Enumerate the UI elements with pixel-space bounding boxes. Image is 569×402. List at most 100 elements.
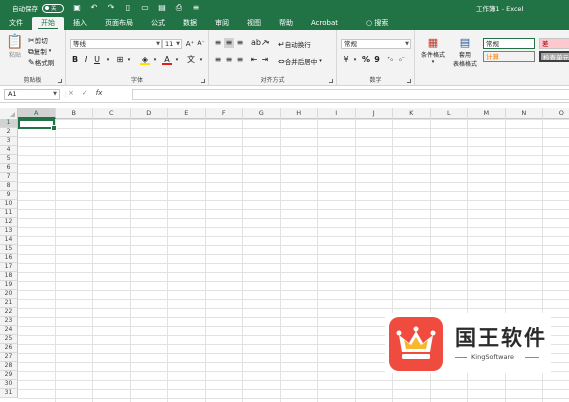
row-header[interactable]: 13 <box>0 227 18 236</box>
row-header[interactable]: 6 <box>0 164 18 173</box>
comma-style-icon[interactable]: 9 <box>372 55 382 65</box>
column-header[interactable]: B <box>56 108 93 119</box>
increase-indent-icon[interactable]: ⇥ <box>260 55 270 65</box>
copy-button[interactable]: ⧉ 复制 ▾ <box>28 46 51 57</box>
tab-help[interactable]: 帮助 <box>270 17 302 30</box>
align-bottom-icon[interactable]: ≡ <box>235 38 245 48</box>
tab-file[interactable]: 文件 <box>0 17 32 30</box>
chevron-down-icon[interactable]: ▾ <box>150 55 160 65</box>
tab-data[interactable]: 数据 <box>174 17 206 30</box>
row-header[interactable]: 11 <box>0 209 18 218</box>
chevron-down-icon[interactable]: ▾ <box>172 55 182 65</box>
alignment-launcher-icon[interactable] <box>329 79 333 83</box>
redo-icon[interactable]: ↷ <box>107 3 115 13</box>
font-name-select[interactable]: 等线 ▼ <box>70 39 162 49</box>
row-header[interactable]: 30 <box>0 380 18 389</box>
clipboard-launcher-icon[interactable] <box>58 79 62 83</box>
font-size-select[interactable]: 11 ▼ <box>162 39 182 49</box>
row-header[interactable]: 20 <box>0 290 18 299</box>
orientation-icon[interactable]: ab↗ <box>251 38 268 48</box>
row-header[interactable]: 19 <box>0 281 18 290</box>
underline-icon[interactable]: U <box>92 55 102 65</box>
enter-icon[interactable]: ✓ <box>82 89 88 97</box>
tab-page-layout[interactable]: 页面布局 <box>96 17 142 30</box>
print-preview-icon[interactable]: ▤ <box>158 3 166 13</box>
chevron-down-icon[interactable]: ▾ <box>124 55 134 65</box>
align-left-icon[interactable]: ≡ <box>213 55 223 65</box>
column-header[interactable]: G <box>243 108 281 119</box>
row-header[interactable]: 9 <box>0 191 18 200</box>
fill-color-icon[interactable]: ◈ <box>140 55 150 65</box>
row-header[interactable]: 4 <box>0 146 18 155</box>
tab-insert[interactable]: 插入 <box>64 17 96 30</box>
column-header[interactable]: I <box>318 108 356 119</box>
row-header[interactable]: 27 <box>0 353 18 362</box>
row-header[interactable]: 31 <box>0 389 18 398</box>
row-header[interactable]: 5 <box>0 155 18 164</box>
column-header[interactable]: E <box>168 108 206 119</box>
column-header[interactable]: F <box>206 108 243 119</box>
row-header[interactable]: 25 <box>0 335 18 344</box>
tab-formulas[interactable]: 公式 <box>142 17 174 30</box>
decrease-decimal-icon[interactable]: ₀⁻ <box>397 55 407 65</box>
row-header[interactable]: 26 <box>0 344 18 353</box>
format-as-table-button[interactable]: ▤ 套用 表格格式 <box>451 36 479 68</box>
row-header[interactable]: 24 <box>0 326 18 335</box>
row-header[interactable]: 14 <box>0 236 18 245</box>
chevron-down-icon[interactable]: ▾ <box>350 55 360 65</box>
column-header[interactable]: M <box>468 108 506 119</box>
row-header[interactable]: 18 <box>0 272 18 281</box>
wrap-text-button[interactable]: ↵ 自动换行 <box>278 39 311 50</box>
conditional-formatting-button[interactable]: ▦ 条件格式 ▾ <box>419 36 447 65</box>
increase-decimal-icon[interactable]: ⁺₀ <box>385 55 395 65</box>
merge-center-button[interactable]: ⇔ 合并后居中 ▾ <box>278 56 322 67</box>
style-check-cell[interactable]: 检查单元... <box>539 51 569 62</box>
chevron-down-icon[interactable]: ▾ <box>263 38 273 48</box>
align-right-icon[interactable]: ≡ <box>235 55 245 65</box>
column-header[interactable]: J <box>356 108 393 119</box>
chevron-down-icon[interactable]: ▾ <box>196 55 206 65</box>
number-launcher-icon[interactable] <box>407 79 411 83</box>
row-header[interactable]: 15 <box>0 245 18 254</box>
row-header[interactable]: 10 <box>0 200 18 209</box>
tab-acrobat[interactable]: Acrobat <box>302 17 347 30</box>
style-calculation[interactable]: 计算 <box>483 51 535 62</box>
row-header[interactable]: 8 <box>0 182 18 191</box>
tab-home[interactable]: 开始 <box>32 17 64 30</box>
align-middle-icon[interactable]: ≡ <box>224 38 234 48</box>
formula-input[interactable] <box>132 89 569 100</box>
align-top-icon[interactable]: ≡ <box>213 38 223 48</box>
chevron-down-icon[interactable]: ▾ <box>103 55 113 65</box>
column-header[interactable]: K <box>393 108 431 119</box>
print-icon[interactable]: ⎙ <box>175 3 183 13</box>
decrease-indent-icon[interactable]: ⇤ <box>249 55 259 65</box>
column-header[interactable]: C <box>93 108 131 119</box>
row-header[interactable]: 2 <box>0 128 18 137</box>
row-header[interactable]: 28 <box>0 362 18 371</box>
customize-qat-icon[interactable]: ≡ <box>192 3 200 13</box>
increase-font-icon[interactable]: A⁺ <box>185 39 195 49</box>
phonetic-icon[interactable]: 文 <box>186 55 196 65</box>
row-header[interactable]: 22 <box>0 308 18 317</box>
row-header[interactable]: 7 <box>0 173 18 182</box>
cancel-icon[interactable]: × <box>68 89 74 97</box>
insert-function-icon[interactable]: fx <box>96 89 103 97</box>
align-center-icon[interactable]: ≡ <box>224 55 234 65</box>
bold-icon[interactable]: B <box>70 55 80 65</box>
new-file-icon[interactable]: ▯ <box>124 3 132 13</box>
decrease-font-icon[interactable]: A⁻ <box>196 39 206 49</box>
row-header[interactable]: 3 <box>0 137 18 146</box>
column-header[interactable]: H <box>281 108 318 119</box>
row-header[interactable]: 16 <box>0 254 18 263</box>
row-header[interactable]: 12 <box>0 218 18 227</box>
font-color-icon[interactable]: A <box>162 55 172 65</box>
italic-icon[interactable]: I <box>81 55 91 65</box>
column-header[interactable]: N <box>506 108 543 119</box>
row-header[interactable]: 1 <box>0 119 18 128</box>
undo-icon[interactable]: ↶ <box>90 3 98 13</box>
column-header[interactable]: L <box>431 108 468 119</box>
name-box[interactable]: A1 ▼ <box>4 89 60 100</box>
row-header[interactable]: 17 <box>0 263 18 272</box>
number-format-select[interactable]: 常规 ▼ <box>341 39 411 49</box>
cut-button[interactable]: ✂ 剪切 <box>28 35 48 46</box>
